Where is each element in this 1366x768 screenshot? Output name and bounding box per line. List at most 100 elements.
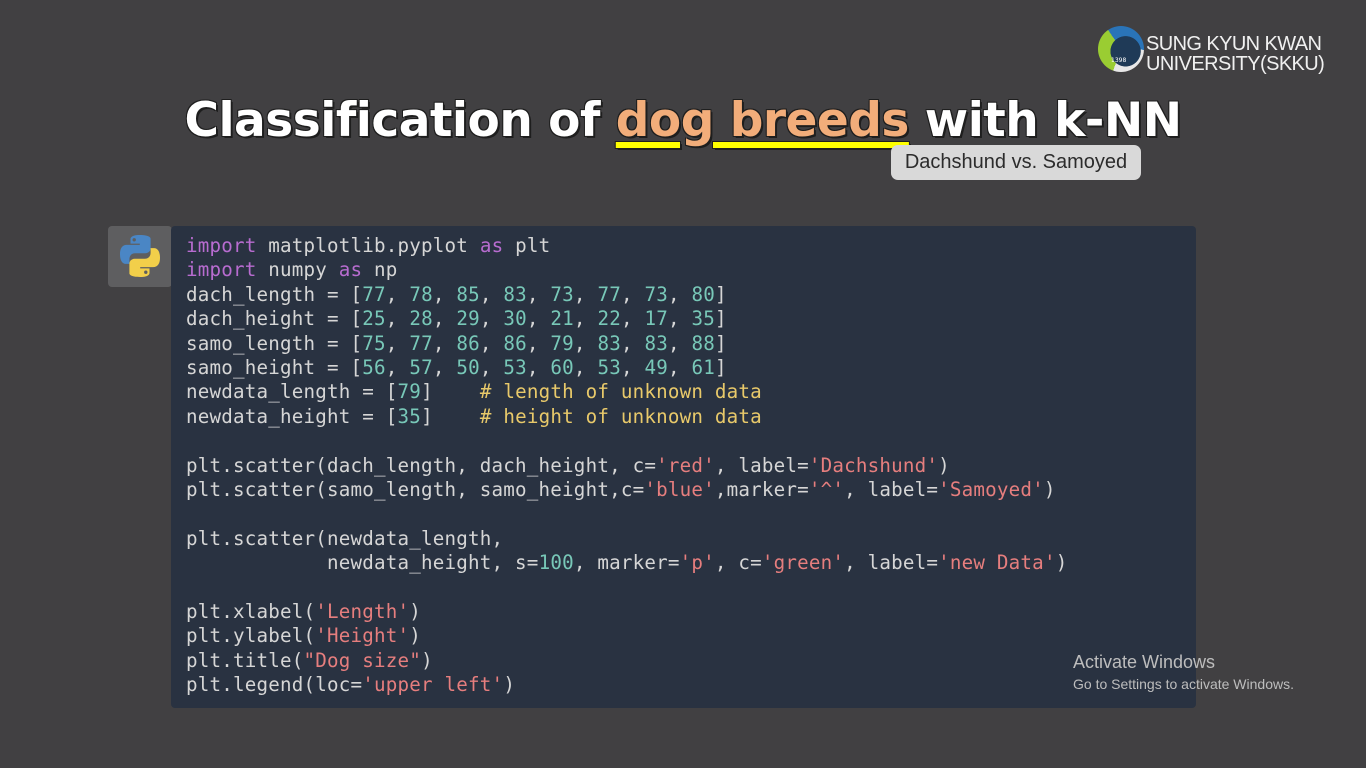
code-string: 'new Data' [938,551,1056,575]
code-line: plt.scatter(samo_length, samo_height,c='… [186,478,1067,502]
code-text: , [573,282,598,306]
watermark-subtitle: Go to Settings to activate Windows. [1073,676,1294,692]
code-number: 35 [397,404,422,428]
code-text: dach_height = [ [186,307,363,331]
code-line: samo_length = [75, 77, 86, 86, 79, 83, 8… [186,332,1067,356]
code-keyword: as [479,234,504,257]
code-text: dach_length = [ [186,282,363,306]
activate-windows-watermark: Activate Windows Go to Settings to activ… [1073,651,1294,694]
code-line: import numpy as np [186,258,1067,282]
code-text: , [526,355,551,379]
code-number: 83 [503,282,527,306]
code-string: 'Height' [315,624,410,648]
code-text: ] [421,404,480,428]
code-text: ) [409,624,422,648]
code-text: , [432,282,457,306]
code-string: "Dog size" [303,648,422,672]
code-text: , [526,282,551,306]
code-text: ) [1055,551,1068,575]
code-text: , [479,355,504,379]
code-text: , [385,307,410,331]
code-string: 'upper left' [362,673,504,697]
code-line: newdata_height, s=100, marker='p', c='gr… [186,551,1067,575]
code-line: import matplotlib.pyplot as plt [186,234,1067,258]
title-after: with k-NN [908,93,1182,148]
watermark-title: Activate Windows [1073,652,1216,672]
code-keyword: as [338,258,363,282]
code-text: , [667,331,692,355]
code-number: 79 [550,331,574,355]
code-number: 35 [691,307,716,331]
code-number: 53 [597,355,621,379]
code-text: , [667,355,692,379]
code-number: 77 [597,282,621,306]
logo-year: 1398 [1111,57,1127,64]
code-number: 22 [597,307,621,331]
code-number: 21 [550,307,574,331]
code-text: plt.scatter(samo_length, samo_height,c= [186,477,645,501]
logo-line-1: SUNG KYUN KWAN [1146,33,1322,55]
code-line: newdata_height = [35] # height of unknow… [186,405,1067,429]
code-number: 50 [456,355,480,379]
code-text: ] [715,355,727,379]
code-text: plt.ylabel( [186,624,316,648]
code-text: , [667,282,692,306]
code-text: newdata_height, s= [186,551,539,575]
code-text: plt.scatter(newdata_length, [186,526,504,550]
code-comment: # length of unknown data [479,380,762,404]
code-text: , [385,355,410,379]
python-logo-box [108,226,172,287]
code-number: 83 [597,331,621,355]
code-text: ] [421,380,480,404]
code-text: , [620,282,645,306]
logo-text: SUNG KYUN KWAN UNIVERSITY(SKKU) [1146,33,1325,75]
code-text: , [526,307,551,331]
code-number: 86 [456,331,480,355]
code-number: 83 [644,331,668,355]
code-string: 'green' [761,551,845,575]
title-before: Classification of [184,93,616,148]
code-string: 'red' [656,453,715,477]
code-text: ) [1043,477,1056,501]
code-text: , [385,282,410,306]
code-string: '^' [808,477,845,501]
code-text: , [479,307,504,331]
code-text: plt.xlabel( [186,599,316,623]
code-string: 'Length' [315,599,410,623]
code-text: samo_height = [ [186,355,363,379]
code-text: ,marker= [714,477,809,501]
code-text: samo_length = [ [186,331,363,355]
logo-line-2: UNIVERSITY(SKKU) [1146,53,1325,75]
code-text: , [573,331,598,355]
subtitle-badge: Dachshund vs. Samoyed [891,145,1141,180]
code-number: 56 [362,355,386,379]
code-string: 'blue' [644,477,715,501]
code-line: plt.xlabel('Length') [186,600,1067,624]
code-line: dach_length = [77, 78, 85, 83, 73, 77, 7… [186,283,1067,307]
code-keyword: import [186,258,257,282]
code-number: 88 [691,331,716,355]
code-number: 100 [538,551,574,575]
code-number: 60 [550,355,574,379]
code-number: 30 [503,307,527,331]
code-text: , [432,355,457,379]
code-number: 17 [644,307,668,331]
code-text: , [573,307,598,331]
code-text: , [620,307,645,331]
code-line: plt.scatter(newdata_length, [186,527,1067,551]
code-number: 85 [456,282,480,306]
code-number: 80 [691,282,716,306]
skku-emblem-icon [1098,26,1144,72]
code-number: 73 [550,282,574,306]
code-text: , [526,331,551,355]
code-line: dach_height = [25, 28, 29, 30, 21, 22, 1… [186,307,1067,331]
code-text: newdata_length = [ [186,380,398,404]
python-logo-icon [120,235,160,277]
code-number: 79 [397,380,422,404]
code-text: plt.title( [186,648,304,672]
code-line: samo_height = [56, 57, 50, 53, 60, 53, 4… [186,356,1067,380]
code-block: import matplotlib.pyplot as plt import nu… [186,234,1067,697]
code-line: plt.ylabel('Height') [186,624,1067,648]
